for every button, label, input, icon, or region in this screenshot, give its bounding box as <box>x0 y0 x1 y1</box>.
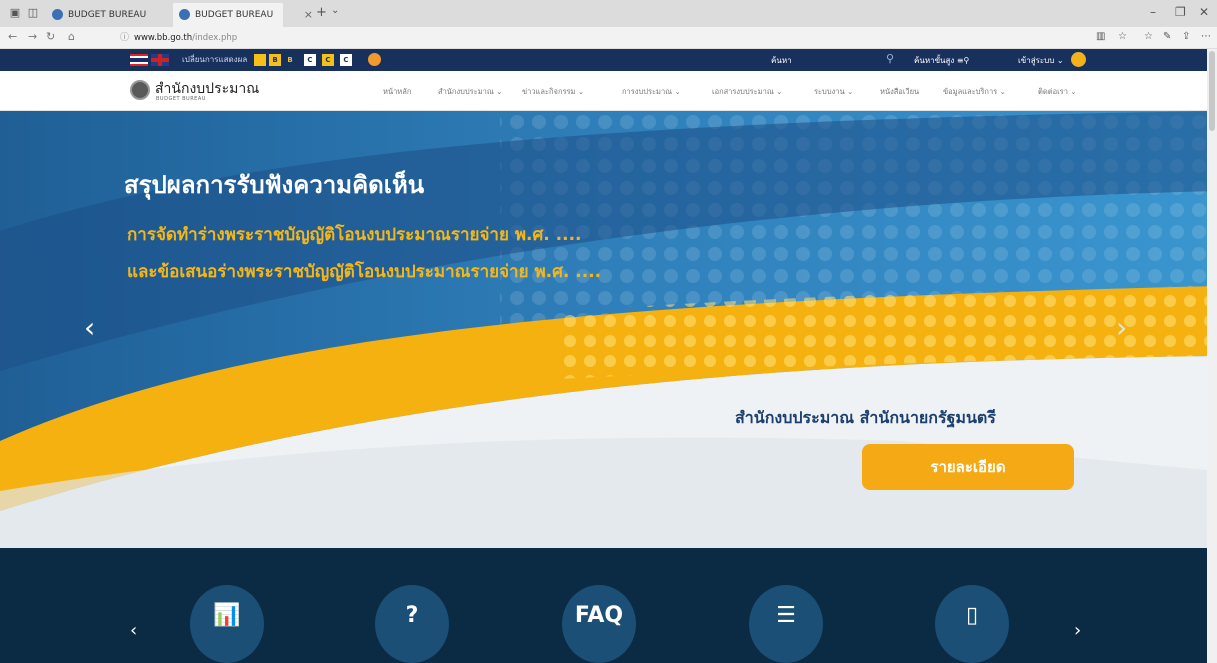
question-person-icon: ? <box>405 603 419 628</box>
share-icon[interactable]: ⇪ <box>1182 31 1190 42</box>
menu-label: ข่าวและกิจกรรม <box>522 87 576 96</box>
main-nav: สำนักงบประมาณ BUDGET BUREAU หน้าหลัก สำน… <box>0 71 1217 111</box>
notes-pen-icon[interactable]: ✎ <box>1163 31 1171 42</box>
hero-carousel: ‹ › สรุปผลการรับฟังความคิดเห็น การจัดทำร… <box>0 111 1217 548</box>
carousel-prev-icon[interactable]: ‹ <box>84 311 95 344</box>
refresh-icon[interactable]: ↻ <box>46 30 55 43</box>
carousel-next-icon[interactable]: › <box>1116 311 1127 344</box>
info-icon: ⓘ <box>120 33 130 43</box>
menu-item-bureau[interactable]: สำนักงบประมาณ ⌄ <box>438 86 502 98</box>
color-option[interactable]: C <box>304 54 316 66</box>
home-icon[interactable]: ⌂ <box>68 30 75 43</box>
service-checklist[interactable]: ☰ <box>749 585 823 663</box>
faq-icon: FAQ <box>574 603 624 628</box>
advanced-search-label: ค้นหาขั้นสูง <box>914 56 955 65</box>
services-prev-icon[interactable]: ‹ <box>130 620 137 641</box>
tab-actions-icon[interactable]: ▣ <box>8 6 22 20</box>
color-option[interactable]: B <box>269 54 281 66</box>
minimize-icon[interactable]: – <box>1150 5 1156 19</box>
user-icon[interactable] <box>1071 52 1086 67</box>
site-top-strip: เปลี่ยนการแสดงผล B B C C C ค้นหา ⚲ ค้นหา… <box>0 49 1217 71</box>
rss-icon[interactable] <box>368 53 381 66</box>
report-chart-icon: 📊 <box>213 603 241 628</box>
page-scrollbar[interactable] <box>1207 49 1217 663</box>
color-option[interactable]: B <box>284 54 296 66</box>
scrollbar-thumb[interactable] <box>1209 51 1215 131</box>
bureau-emblem-icon[interactable] <box>130 80 150 100</box>
service-book[interactable]: ▯ <box>935 585 1009 663</box>
color-mode-label: เปลี่ยนการแสดงผล <box>182 55 248 64</box>
thai-flag-icon[interactable] <box>130 54 148 66</box>
menu-item-budgeting[interactable]: การงบประมาณ ⌄ <box>622 86 681 98</box>
menu-label: เอกสารงบประมาณ <box>712 87 774 96</box>
menu-label: การงบประมาณ <box>622 87 673 96</box>
uk-flag-icon[interactable] <box>151 54 169 66</box>
back-icon[interactable]: ← <box>8 30 17 43</box>
menu-item-contact[interactable]: ติดต่อเรา ⌄ <box>1038 86 1077 98</box>
menu-item-documents[interactable]: เอกสารงบประมาณ ⌄ <box>712 86 782 98</box>
new-tab-icon[interactable]: + <box>316 5 327 20</box>
url-path: /index.php <box>192 33 238 43</box>
browser-tab-bar: ▣ ◫ BUDGET BUREAU BUDGET BUREAU × + ⌄ – … <box>0 0 1217 27</box>
service-report[interactable]: 📊 <box>190 585 264 663</box>
menu-label: ข้อมูลและบริการ <box>943 87 998 96</box>
chevron-down-icon[interactable]: ⌄ <box>331 5 339 16</box>
forward-icon[interactable]: → <box>28 30 37 43</box>
favorites-hub-icon[interactable]: ☆ <box>1144 31 1153 42</box>
hero-organization: สำนักงบประมาณ สำนักนายกรัฐมนตรี <box>735 408 996 427</box>
address-bar: ← → ↻ ⌂ ⓘ www.bb.go.th/index.php ▥ ☆ ☆ ✎… <box>0 27 1217 49</box>
menu-label: สำนักงบประมาณ <box>438 87 494 96</box>
menu-label: ระบบงาน <box>814 87 845 96</box>
tab-title: BUDGET BUREAU <box>68 10 147 20</box>
tab-preview-icon[interactable]: ◫ <box>26 6 40 20</box>
menu-item-services[interactable]: ข้อมูลและบริการ ⌄ <box>943 86 1006 98</box>
menu-item-circulars[interactable]: หนังสือเวียน <box>880 86 919 98</box>
menu-item-home[interactable]: หน้าหลัก <box>383 86 411 98</box>
login-dropdown[interactable]: เข้าสู่ระบบ ⌄ <box>1018 54 1064 67</box>
color-option[interactable] <box>254 54 266 66</box>
tab-title: BUDGET BUREAU <box>195 10 274 20</box>
book-icon: ▯ <box>965 603 979 628</box>
reading-view-icon[interactable]: ▥ <box>1096 31 1105 42</box>
services-next-icon[interactable]: › <box>1074 620 1081 641</box>
favicon <box>52 9 63 20</box>
more-menu-icon[interactable]: ⋯ <box>1201 31 1211 42</box>
search-icon[interactable]: ⚲ <box>886 52 894 65</box>
menu-item-systems[interactable]: ระบบงาน ⌄ <box>814 86 853 98</box>
color-option[interactable]: C <box>322 54 334 66</box>
close-window-icon[interactable]: ✕ <box>1199 5 1209 19</box>
services-carousel: ‹ 📊 ? FAQ ☰ ▯ › <box>0 548 1217 663</box>
hero-subtitle-line2: และข้อเสนอร่างพระราชบัญญัติโอนงบประมาณรา… <box>127 262 602 282</box>
color-option[interactable]: C <box>340 54 352 66</box>
login-label: เข้าสู่ระบบ <box>1018 56 1055 65</box>
hero-title: สรุปผลการรับฟังความคิดเห็น <box>124 171 425 199</box>
close-tab-icon[interactable]: × <box>304 3 313 27</box>
details-button[interactable]: รายละเอียด <box>862 444 1074 490</box>
search-label[interactable]: ค้นหา <box>771 54 792 67</box>
menu-label: ติดต่อเรา <box>1038 87 1068 96</box>
menu-item-news[interactable]: ข่าวและกิจกรรม ⌄ <box>522 86 584 98</box>
service-question[interactable]: ? <box>375 585 449 663</box>
advanced-search-link[interactable]: ค้นหาขั้นสูง ≡⚲ <box>914 54 969 67</box>
favicon <box>179 9 190 20</box>
hero-subtitle-line1: การจัดทำร่างพระราชบัญญัติโอนงบประมาณรายจ… <box>127 225 582 245</box>
logo-subtitle: BUDGET BUREAU <box>156 96 206 102</box>
url-field[interactable]: ⓘ www.bb.go.th/index.php <box>118 30 1078 46</box>
service-faq[interactable]: FAQ <box>562 585 636 663</box>
favorite-star-icon[interactable]: ☆ <box>1118 31 1127 42</box>
browser-tab-active[interactable]: BUDGET BUREAU × <box>173 3 313 27</box>
browser-tab[interactable]: BUDGET BUREAU <box>46 3 154 27</box>
checklist-icon: ☰ <box>776 603 796 628</box>
url-domain: www.bb.go.th <box>134 33 193 43</box>
maximize-icon[interactable]: ❐ <box>1175 5 1186 19</box>
